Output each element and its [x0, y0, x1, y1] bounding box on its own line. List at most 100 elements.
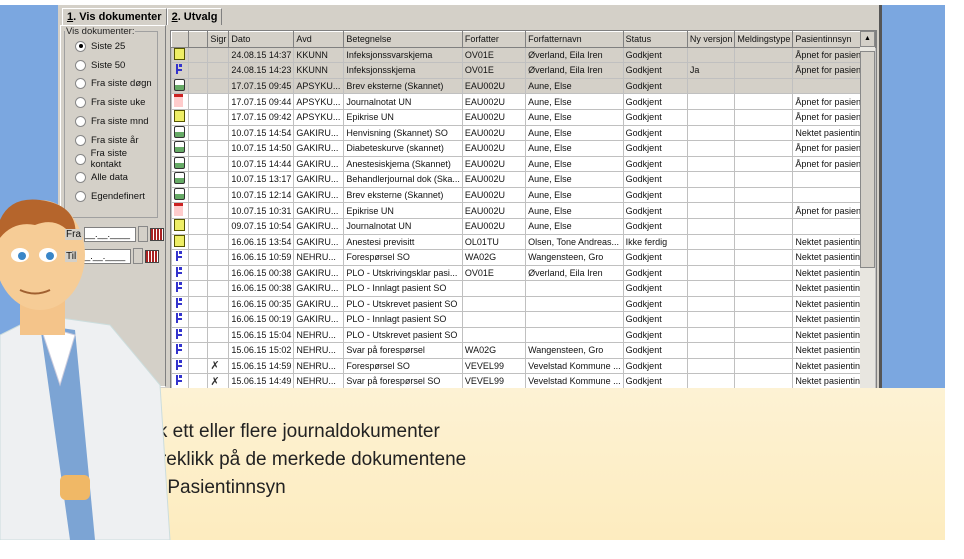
table-row[interactable]: 24.08.15 14:37 KKUNN Infeksjonssvarskjema O… — [171, 46, 876, 63]
table-row[interactable]: 17.07.15 09:44 APSYKU... Journalnotat UN EA… — [171, 93, 876, 110]
column-header[interactable]: Betegnelse — [343, 31, 463, 48]
table-row[interactable]: 17.07.15 09:45 APSYKU... Brev eksterne (Sk… — [171, 77, 876, 94]
blank-cell — [187, 357, 209, 374]
blank-cell — [187, 77, 209, 94]
radio-option[interactable]: Fra siste kontakt — [65, 148, 157, 170]
radio-option[interactable]: Fra siste år — [65, 131, 157, 150]
cell-navn: Aune, Else — [525, 77, 624, 94]
table-row[interactable]: 10.07.15 13:17 GAKIRU... Behandlerjournal … — [171, 171, 876, 188]
radio-button[interactable] — [75, 40, 86, 52]
radio-option[interactable]: Fra siste døgn — [65, 75, 157, 94]
column-header[interactable]: Status — [622, 31, 688, 48]
cell-avd: NEHRU... — [293, 373, 345, 388]
cell-status: Godkjent — [622, 93, 688, 110]
cell-avd: GAKIRU... — [293, 280, 345, 297]
column-header[interactable]: Forfatternavn — [525, 31, 624, 48]
table-row[interactable]: ✗ 15.06.15 14:49 NEHRU... Svar på forespørs… — [171, 373, 876, 388]
table-row[interactable]: 10.07.15 14:44 GAKIRU... Anestesiskjema (S… — [171, 155, 876, 172]
column-header[interactable]: Ny versjon — [686, 31, 736, 48]
cell-status: Godkjent — [622, 280, 688, 297]
cell-navn: Aune, Else — [525, 202, 624, 219]
table-row[interactable]: 16.06.15 00:38 GAKIRU... PLO - Utskrivings… — [171, 264, 876, 281]
application-window: 1. Vis dokumenter 2. Utvalg Vis dokument… — [58, 5, 882, 388]
radio-label: Siste 25 — [91, 40, 126, 52]
cell-avd: GAKIRU... — [293, 186, 345, 203]
note-document-icon — [174, 47, 185, 60]
cell-navn: Wangensteen, Gro — [525, 249, 624, 266]
table-row[interactable]: 15.06.15 15:02 NEHRU... Svar på forespørse… — [171, 342, 876, 359]
scan-document-icon — [174, 125, 185, 138]
cell-avd: NEHRU... — [293, 326, 345, 343]
cell-bet: PLO - Utskrivingsklar pasi... — [343, 264, 463, 281]
cell-bet: PLO - Innlagt pasient SO — [343, 311, 463, 328]
cell-dato: 15.06.15 15:04 — [228, 326, 295, 343]
cell-dato: 10.07.15 12:14 — [228, 186, 295, 203]
cell-dato: 10.07.15 13:17 — [228, 171, 295, 188]
table-row[interactable]: ✗ 15.06.15 14:59 NEHRU... Forespørsel SO VEV… — [171, 357, 876, 374]
type-cell — [171, 62, 189, 79]
table-row[interactable]: 10.07.15 10:31 GAKIRU... Epikrise UN EAU002… — [171, 202, 876, 219]
cell-dato: 17.07.15 09:45 — [228, 77, 295, 94]
table-row[interactable]: 17.07.15 09:42 APSYKU... Epikrise UN EAU002… — [171, 109, 876, 126]
table-row[interactable]: 10.07.15 14:54 GAKIRU... Henvisning (Skann… — [171, 124, 876, 141]
table-row[interactable]: 10.07.15 12:14 GAKIRU... Brev eksterne (Sk… — [171, 186, 876, 203]
doctor-character-illustration — [0, 199, 171, 540]
radio-button[interactable] — [75, 97, 86, 109]
column-header[interactable]: Meldingstype — [734, 31, 794, 48]
cell-mt — [734, 357, 794, 374]
cell-dato: 16.06.15 00:35 — [228, 295, 295, 312]
sign-cell — [207, 62, 230, 79]
cell-forf: EAU002U — [461, 140, 527, 157]
table-row[interactable]: 09.07.15 10:54 GAKIRU... Journalnotat UN EA… — [171, 218, 876, 235]
cell-status: Godkjent — [622, 249, 688, 266]
tab-vis-dokumenter[interactable]: 1. Vis dokumenter — [62, 8, 167, 25]
radio-option[interactable]: Siste 50 — [65, 56, 157, 75]
radio-button[interactable] — [75, 134, 86, 146]
document-grid: Sigr Dato Avd Betegnelse Forfatter Forfattern… — [170, 30, 877, 388]
cell-forf — [461, 295, 527, 312]
radio-option[interactable]: Fra siste mnd — [65, 112, 157, 131]
column-header[interactable]: Sigr — [207, 31, 230, 48]
cell-bet: Brev eksterne (Skannet) — [343, 77, 463, 94]
cell-forf: EAU002U — [461, 109, 527, 126]
tab-utvalg[interactable]: 2. Utvalg — [166, 8, 223, 25]
table-row[interactable]: 16.06.15 13:54 GAKIRU... Anestesi previsit… — [171, 233, 876, 250]
table-row[interactable]: 16.06.15 00:19 GAKIRU... PLO - Innlagt pas… — [171, 311, 876, 328]
table-row[interactable]: 15.06.15 15:04 NEHRU... PLO - Utskrevet pa… — [171, 326, 876, 343]
cell-navn: Aune, Else — [525, 171, 624, 188]
radio-button[interactable] — [75, 172, 86, 184]
cell-ny — [686, 171, 736, 188]
column-header[interactable]: Avd — [293, 31, 345, 48]
cell-navn: Øverland, Eila Iren — [525, 46, 624, 63]
column-header[interactable]: Forfatter — [461, 31, 527, 48]
scroll-up-button[interactable]: ▲ — [860, 31, 875, 47]
to-label: Til — [65, 250, 78, 262]
cell-mt — [734, 62, 794, 79]
table-row[interactable]: 16.06.15 00:38 GAKIRU... PLO - Innlagt pas… — [171, 280, 876, 297]
scan-document-icon — [174, 172, 185, 185]
scrollbar-thumb[interactable] — [860, 51, 875, 268]
cell-avd: APSYKU... — [293, 77, 345, 94]
blank-cell — [187, 140, 209, 157]
radio-option[interactable]: Fra siste uke — [65, 93, 157, 112]
radio-button[interactable] — [75, 116, 86, 128]
table-row[interactable]: 10.07.15 14:50 GAKIRU... Diabeteskurve (sk… — [171, 140, 876, 157]
column-header[interactable] — [171, 31, 189, 48]
column-header[interactable] — [187, 31, 209, 48]
vertical-scrollbar[interactable]: ▲ — [860, 31, 875, 388]
column-header[interactable]: Dato — [228, 31, 295, 48]
cell-avd: NEHRU... — [293, 357, 345, 374]
table-row[interactable]: 16.06.15 10:59 NEHRU... Forespørsel SO WA02… — [171, 249, 876, 266]
table-row[interactable]: 24.08.15 14:23 KKUNN Infeksjonsskjema OV01E… — [171, 62, 876, 79]
cell-forf — [461, 326, 527, 343]
radio-option[interactable]: Siste 25 — [65, 37, 157, 56]
table-row[interactable]: 16.06.15 00:35 GAKIRU... PLO - Utskrevet p… — [171, 295, 876, 312]
radio-button[interactable] — [75, 153, 86, 165]
cell-avd: GAKIRU... — [293, 202, 345, 219]
blank-cell — [187, 218, 209, 235]
radio-button[interactable] — [75, 78, 86, 90]
sign-cell — [207, 186, 230, 203]
blank-cell — [187, 373, 209, 388]
radio-button[interactable] — [75, 59, 86, 71]
type-cell — [171, 46, 189, 63]
